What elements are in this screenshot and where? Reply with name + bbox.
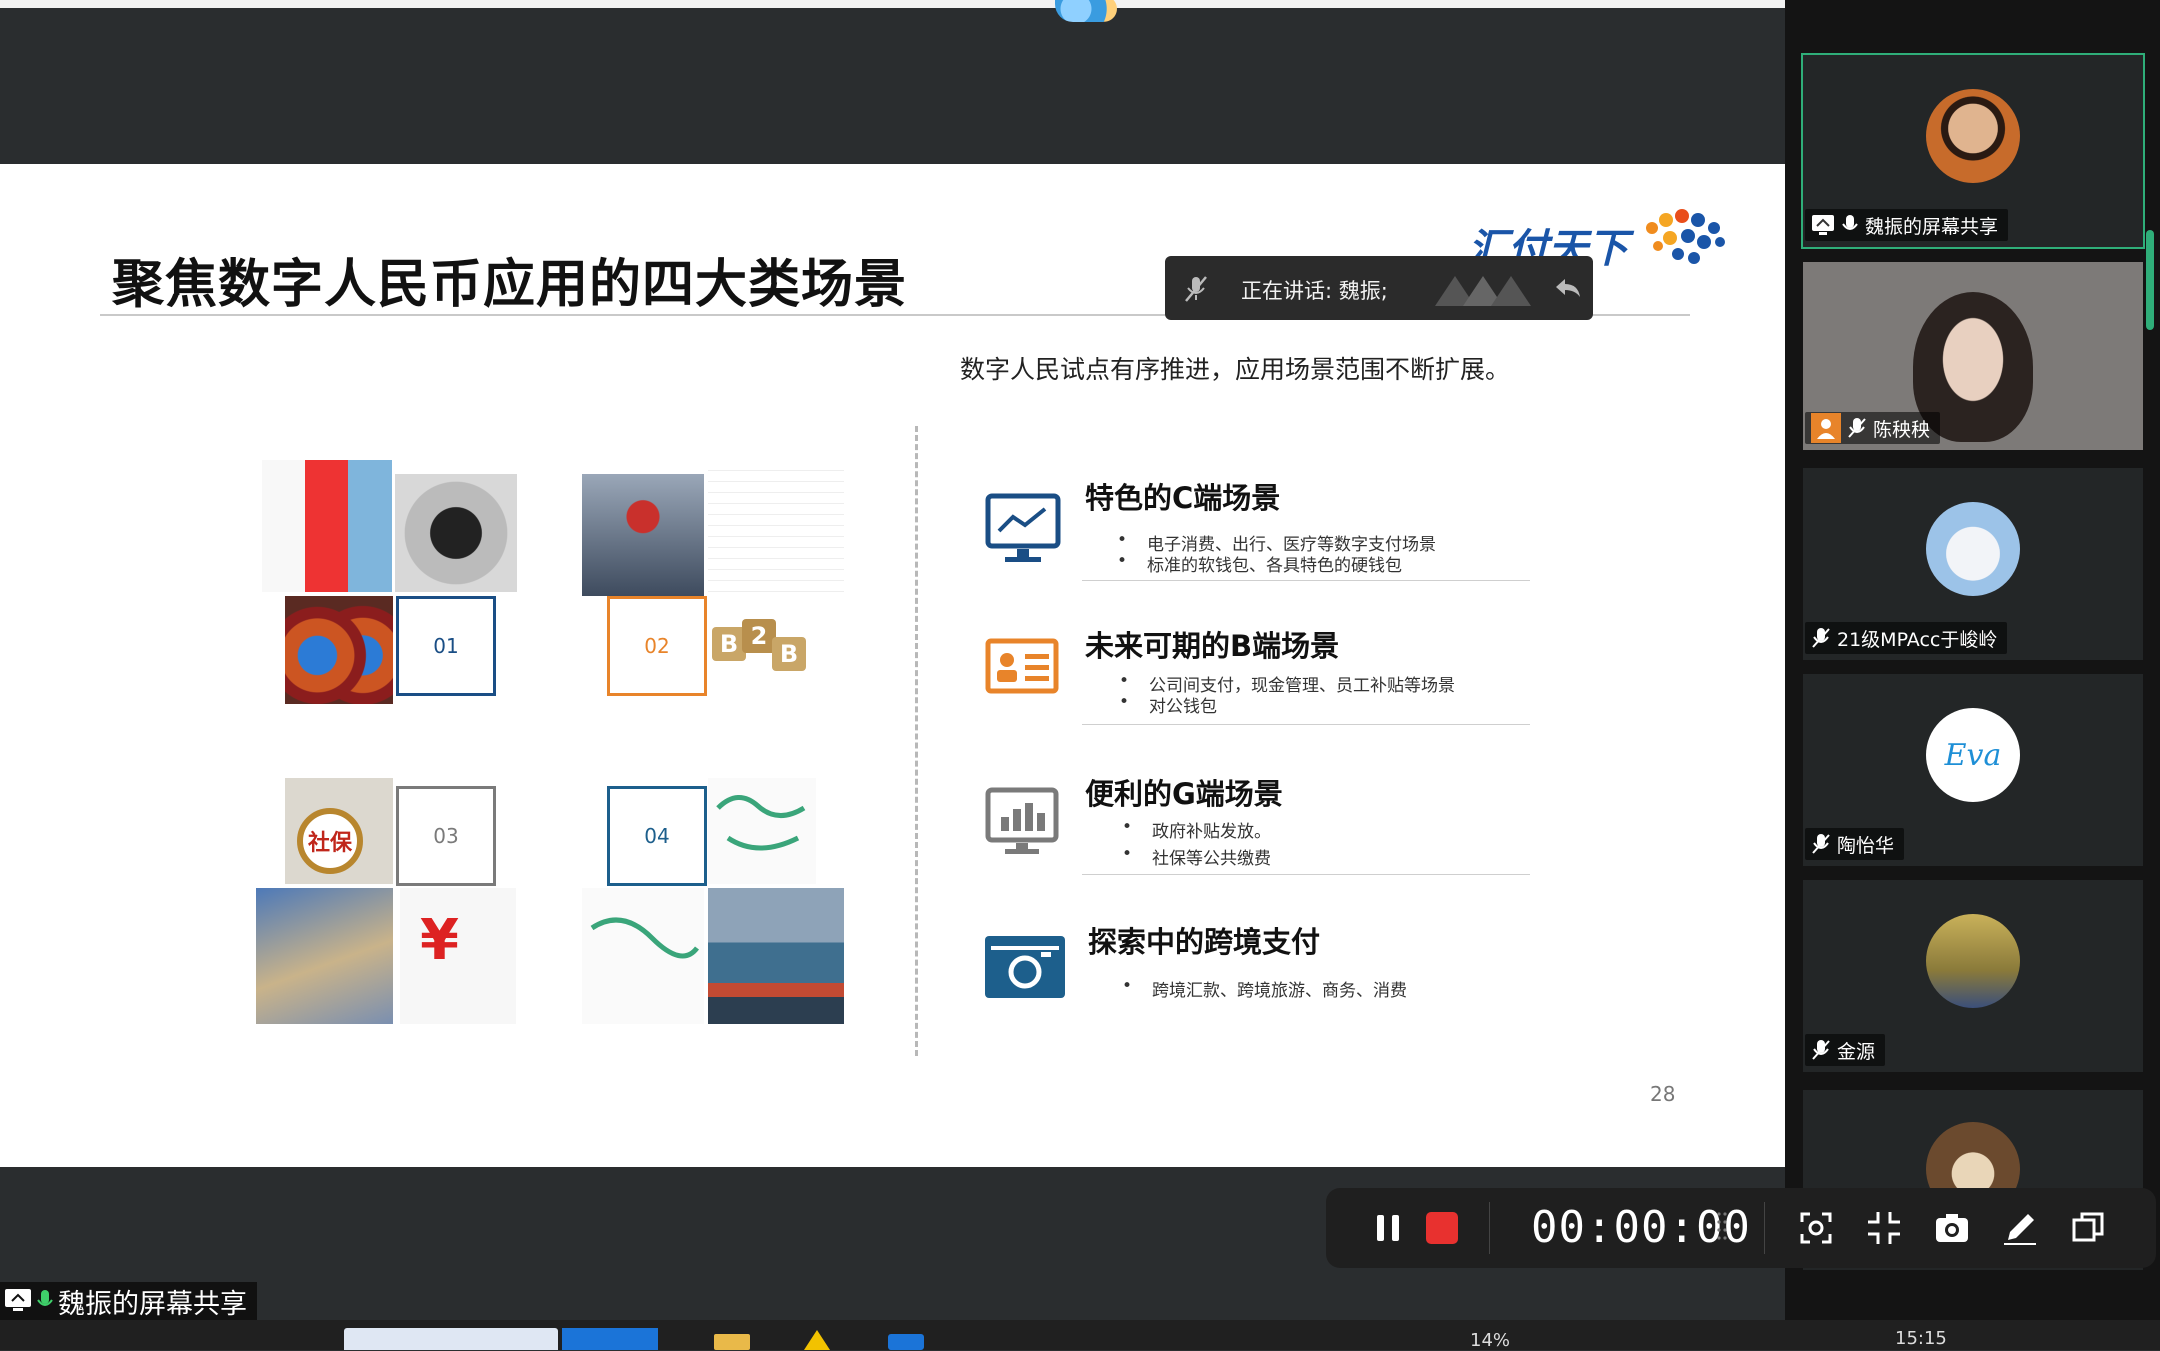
camera-icon [985,936,1065,998]
city-building-image [256,888,393,1024]
scenario-title-g: 便利的G端场景 [1085,777,1283,811]
divider [1764,1202,1765,1254]
camera-snapshot-icon[interactable] [1932,1208,1972,1248]
muted-mic-icon[interactable] [1181,274,1211,304]
participant-name: 陶怡华 [1837,834,1895,857]
muted-mic-icon [1848,418,1866,438]
scenario-g-bullet-2: 社保等公共缴费 [1122,844,1271,869]
slide-page-number: 28 [1650,1082,1676,1106]
scenario-g-rule [1082,874,1530,875]
muted-mic-icon [1812,1040,1830,1060]
ecny-phone-image [582,474,704,596]
clock-time[interactable]: 15:15 [1895,1328,1947,1349]
quadrant-number-02: 02 [607,596,707,696]
drag-handle-icon[interactable] [1716,1208,1728,1248]
scenario-title-cross-border: 探索中的跨境支付 [1088,925,1321,959]
participant-tile[interactable]: Eva 陶怡华 [1803,674,2143,866]
quadrant-number-01: 01 [396,596,496,696]
scenario-b-bullet-2: 对公钱包 [1119,692,1217,717]
participant-name: 陈秧秧 [1873,418,1931,441]
screen-share-icon [1812,215,1834,235]
participant-name: 金源 [1837,1040,1876,1063]
quadrant-number-03: 03 [396,786,496,886]
top-edge-bar [0,0,1785,8]
participant-nametag: 金源 [1805,1034,1886,1066]
shrink-icon[interactable] [1864,1208,1904,1248]
avatar [1926,89,2020,183]
b2b-block-b1: B [712,627,746,661]
world-map-image [708,778,816,884]
screen-share-label[interactable]: 魏振的屏幕共享 [0,1282,257,1320]
avatar: Eva [1926,708,2020,802]
dashed-divider [915,426,918,1056]
cargo-ship-port-image [708,888,844,1024]
yuan-cartoon-image: ¥ [400,888,516,1024]
avatar-text: Eva [1944,737,2002,773]
participant-nametag: 陈秧秧 [1805,412,1941,444]
scenario-g-bullet-1: 政府补贴发放。 [1122,817,1271,842]
scenario-b-rule [1082,724,1530,725]
participant-nametag: 陶怡华 [1805,828,1905,860]
pen-annotate-icon[interactable] [2000,1208,2040,1248]
taskbar-app-item[interactable] [562,1328,658,1350]
id-card-icon [985,638,1059,694]
scenario-c-bullet-2: 标准的软钱包、各具特色的硬钱包 [1117,551,1402,576]
avatar [1926,914,2020,1008]
mic-active-icon [37,1290,53,1306]
reply-arrow-icon[interactable] [1553,273,1583,303]
speaking-indicator-banner: 正在讲话: 魏振; [1165,256,1593,320]
os-taskbar [0,1320,2160,1350]
divider [1489,1202,1490,1254]
bar-chart-monitor-icon [985,787,1059,854]
speaker-avatars-blurred [1435,276,1531,306]
battery-percentage: 14% [1470,1330,1511,1351]
sidebar-scrollbar[interactable] [2146,230,2154,330]
brand-logo-dots-icon [1646,209,1725,264]
window-restore-icon[interactable] [2068,1208,2108,1248]
participant-nametag: 21级MPAcc于峻岭 [1805,622,2008,654]
participant-tile[interactable]: 陈秧秧 [1803,262,2143,450]
participant-name: 魏振的屏幕共享 [1865,215,1999,238]
screen-share-icon [5,1289,31,1311]
b2b-blocks-image: B 2 B [712,619,810,699]
participant-tile[interactable]: 金源 [1803,880,2143,1072]
scenario-c-rule [1082,580,1530,581]
payment-terminal-image [285,596,393,704]
meeting-app-logo-icon[interactable] [1055,0,1125,22]
world-map-image-2 [582,888,704,1024]
participant-nametag: 魏振的屏幕共享 [1805,209,2009,241]
share-label-text: 魏振的屏幕共享 [58,1288,247,1320]
wallet-transaction-screen-image [708,460,844,596]
monitor-chart-icon [985,493,1061,562]
mic-icon [1842,215,1858,230]
pause-icon[interactable] [1368,1208,1408,1248]
muted-mic-icon [1812,628,1830,648]
scenario-cross-border-bullet-1: 跨境汇款、跨境旅游、商务、消费 [1122,976,1407,1001]
avatar [1926,502,2020,596]
b2b-block-2: 2 [742,619,776,653]
participant-tile-screen-share[interactable]: 魏振的屏幕共享 [1801,53,2145,249]
screen-region-icon[interactable] [1796,1208,1836,1248]
shebao-badge: 社保 [297,808,363,874]
participant-tile[interactable]: 21级MPAcc于峻岭 [1803,468,2143,660]
mail-icon[interactable] [888,1334,924,1350]
yuan-symbol-icon: ¥ [420,908,459,973]
smart-watch-image [395,474,517,592]
stop-record-icon[interactable] [1422,1208,1462,1248]
scenario-title-c: 特色的C端场景 [1085,481,1281,515]
slide-title: 聚焦数字人民币应用的四大类场景 [112,255,908,315]
quadrant-number-04: 04 [607,786,707,886]
recording-control-bar: 00:00:00 [1326,1188,2156,1268]
scenario-title-b: 未来可期的B端场景 [1085,629,1340,663]
social-security-image: 社保 [285,778,393,884]
folder-icon[interactable] [714,1334,750,1350]
taskbar-browser-item[interactable] [344,1328,558,1350]
wallet-app-screens-image [262,460,392,592]
user-avatar-icon [1811,413,1841,443]
b2b-block-b2: B [772,637,806,671]
speaking-text: 正在讲话: 魏振; [1241,279,1388,303]
muted-mic-icon [1812,834,1830,854]
participant-name: 21级MPAcc于峻岭 [1837,628,1998,651]
slide-subtitle: 数字人民试点有序推进，应用场景范围不断扩展。 [960,355,1511,384]
